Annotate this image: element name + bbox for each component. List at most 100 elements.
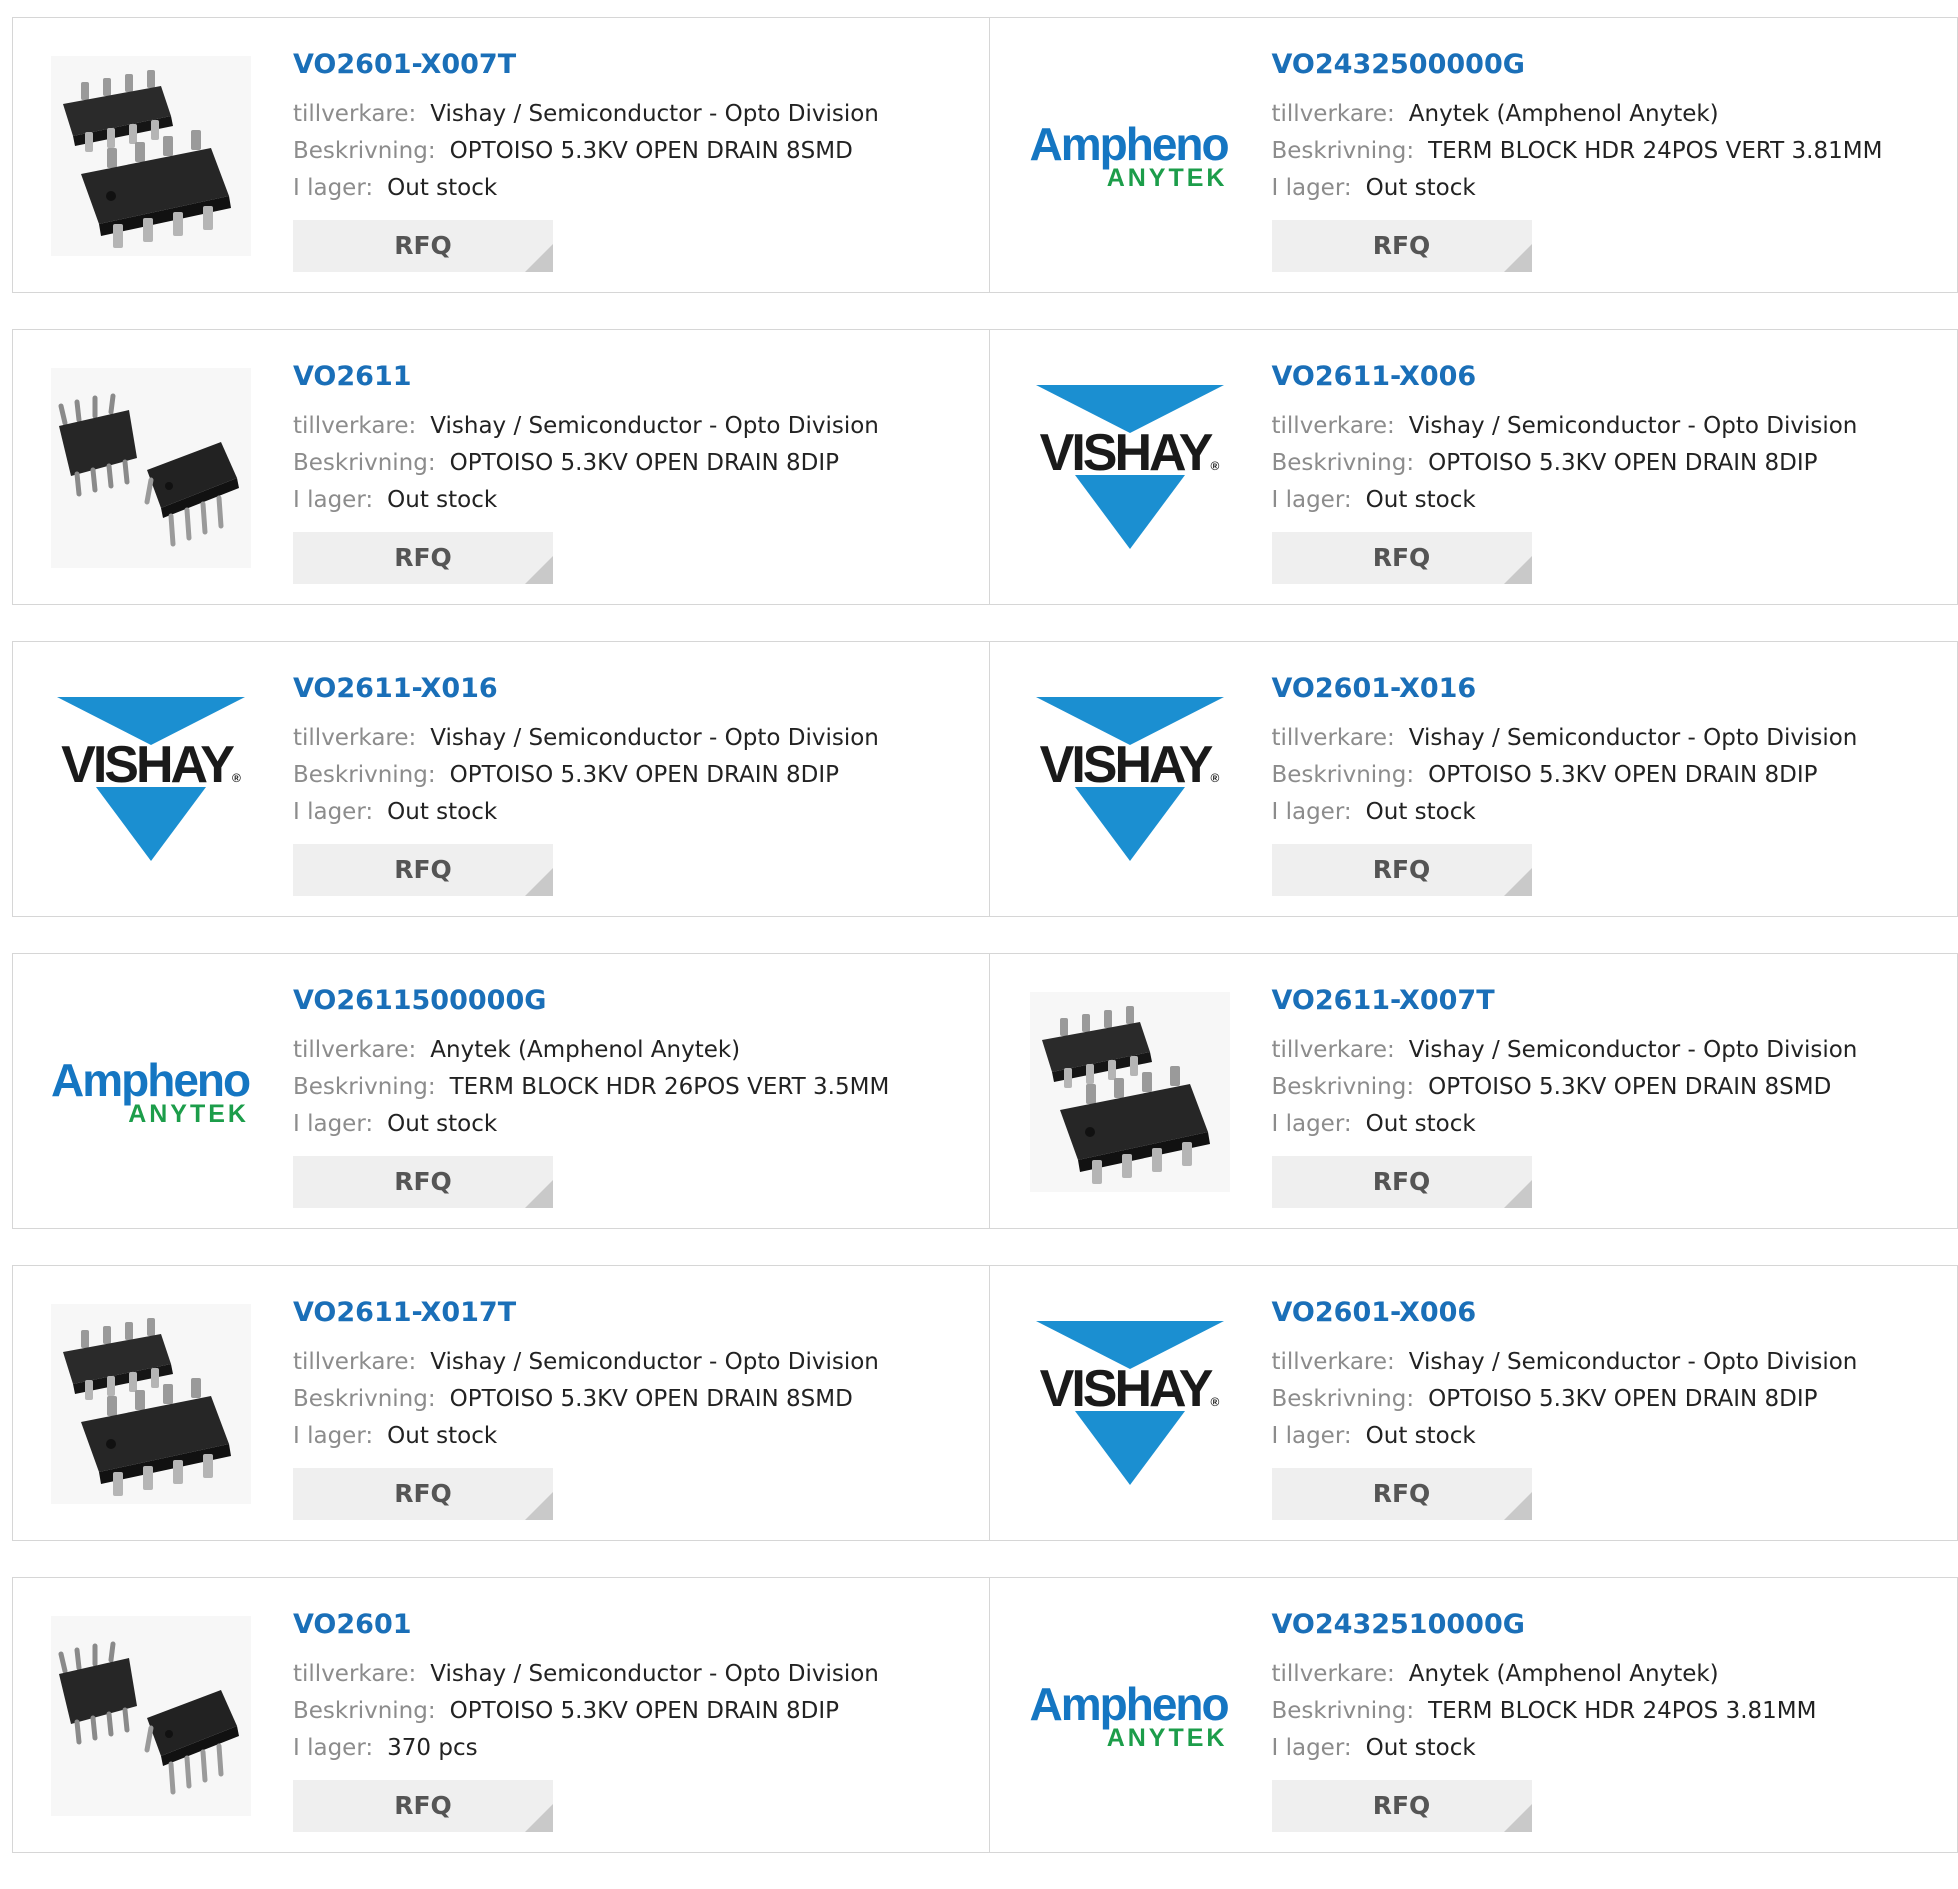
product-image[interactable] xyxy=(51,56,251,256)
manufacturer-label: tillverkare: xyxy=(293,413,416,439)
manufacturer-value: Anytek (Amphenol Anytek) xyxy=(430,1037,740,1063)
rfq-button-label: RFQ xyxy=(1373,231,1431,260)
description-line: Beskrivning:OPTOISO 5.3KV OPEN DRAIN 8SM… xyxy=(1272,1069,1858,1106)
corner-triangle-icon xyxy=(1504,1180,1532,1208)
stock-line: I lager:Out stock xyxy=(1272,1106,1858,1143)
stock-label: I lager: xyxy=(293,175,373,201)
stock-label: I lager: xyxy=(1272,1735,1352,1761)
manufacturer-value: Vishay / Semiconductor - Opto Division xyxy=(1409,1037,1858,1063)
corner-triangle-icon xyxy=(525,1180,553,1208)
description-line: Beskrivning: OPTOISO 5.3KV OPEN DRAIN 8SM… xyxy=(293,1381,879,1418)
part-number-link[interactable]: VO2601-X006 xyxy=(1272,1296,1858,1330)
description-value: TERM BLOCK HDR 26POS VERT 3.5MM xyxy=(450,1074,890,1100)
description-value: OPTOISO 5.3KV OPEN DRAIN 8DIP xyxy=(1428,450,1817,476)
part-number-link[interactable]: VO2432500000G xyxy=(1272,48,1883,82)
amphenol-logo[interactable]: Amphenol ANYTEK xyxy=(51,992,251,1192)
rfq-button[interactable]: RFQ xyxy=(293,532,553,584)
rfq-button[interactable]: RFQ xyxy=(293,220,553,272)
description-value: OPTOISO 5.3KV OPEN DRAIN 8SMD xyxy=(450,1386,853,1412)
product-image[interactable] xyxy=(51,368,251,568)
description-line: Beskrivning:OPTOISO 5.3KV OPEN DRAIN 8DI… xyxy=(293,757,879,794)
stock-label: I lager: xyxy=(1272,1423,1352,1449)
product-image[interactable] xyxy=(51,1304,251,1504)
part-number-link[interactable]: VO2601-X007T xyxy=(293,48,879,82)
product-image[interactable] xyxy=(1030,992,1230,1192)
manufacturer-value: Vishay / Semiconductor - Opto Division xyxy=(430,1661,879,1687)
manufacturer-line: tillverkare: Vishay / Semiconductor - Opt… xyxy=(1272,408,1858,445)
description-value: OPTOISO 5.3KV OPEN DRAIN 8SMD xyxy=(450,138,853,164)
amphenol-logo[interactable]: Amphenol ANYTEK xyxy=(1030,1616,1230,1816)
corner-triangle-icon xyxy=(525,244,553,272)
manufacturer-label: tillverkare: xyxy=(1272,413,1395,439)
vishay-logo[interactable]: VISHAY® xyxy=(1030,1304,1230,1504)
description-line: Beskrivning:OPTOISO 5.3KV OPEN DRAIN 8DI… xyxy=(1272,757,1858,794)
description-line: Beskrivning:OPTOISO 5.3KV OPEN DRAIN 8DI… xyxy=(293,445,879,482)
part-number-link[interactable]: VO2432510000G xyxy=(1272,1608,1817,1642)
product-image[interactable] xyxy=(51,1616,251,1816)
part-number-link[interactable]: VO2611500000G xyxy=(293,984,889,1018)
part-number-link[interactable]: VO2611-X007T xyxy=(1272,984,1858,1018)
stock-line: I lager:Out stock xyxy=(1272,1418,1858,1455)
description-value: TERM BLOCK HDR 24POS 3.81MM xyxy=(1428,1698,1816,1724)
rfq-button-label: RFQ xyxy=(394,231,452,260)
part-number-link[interactable]: VO2611-X006 xyxy=(1272,360,1858,394)
product-row: VISHAY® VO2611-X016 tillverkare:Vishay /… xyxy=(12,641,1958,917)
corner-triangle-icon xyxy=(1504,1492,1532,1520)
manufacturer-value: Vishay / Semiconductor - Opto Division xyxy=(430,101,879,127)
description-label: Beskrivning: xyxy=(1272,1698,1415,1724)
rfq-button[interactable]: RFQ xyxy=(293,1780,553,1832)
rfq-button[interactable]: RFQ xyxy=(1272,1156,1532,1208)
vishay-logo[interactable]: VISHAY® xyxy=(1030,368,1230,568)
vishay-logo-text: VISHAY xyxy=(1040,424,1211,482)
product-info: VO2611-X016 tillverkare:Vishay / Semicon… xyxy=(293,672,879,896)
rfq-button[interactable]: RFQ xyxy=(293,1468,553,1520)
manufacturer-value: Vishay / Semiconductor - Opto Division xyxy=(1409,1349,1858,1375)
rfq-button[interactable]: RFQ xyxy=(1272,1468,1532,1520)
stock-label: I lager: xyxy=(1272,799,1352,825)
manufacturer-value: Vishay / Semiconductor - Opto Division xyxy=(1409,413,1858,439)
amphenol-logo-text: Amphenol xyxy=(51,1058,251,1102)
product-row: VO2611-X017T tillverkare:Vishay / Semico… xyxy=(12,1265,1958,1541)
description-label: Beskrivning: xyxy=(1272,138,1415,164)
stock-line: I lager:Out stock xyxy=(293,794,879,831)
description-value: OPTOISO 5.3KV OPEN DRAIN 8DIP xyxy=(450,1698,839,1724)
product-info: VO2611-X006 tillverkare: Vishay / Semicon… xyxy=(1272,360,1858,584)
stock-label: I lager: xyxy=(293,487,373,513)
amphenol-logo[interactable]: Amphenol ANYTEK xyxy=(1030,56,1230,256)
rfq-button[interactable]: RFQ xyxy=(1272,844,1532,896)
rfq-button[interactable]: RFQ xyxy=(1272,1780,1532,1832)
part-number-link[interactable]: VO2601 xyxy=(293,1608,879,1642)
description-value: OPTOISO 5.3KV OPEN DRAIN 8DIP xyxy=(1428,762,1817,788)
manufacturer-label: tillverkare: xyxy=(293,1661,416,1687)
product-info: VO2601-X007T tillverkare:Vishay / Semico… xyxy=(293,48,879,272)
part-number-link[interactable]: VO2601-X016 xyxy=(1272,672,1858,706)
product-row: Amphenol ANYTEK VO2611500000G tillverkar… xyxy=(12,953,1958,1229)
stock-line: I lager:Out stock xyxy=(293,1418,879,1455)
product-info: VO2611500000G tillverkare:Anytek (Amphen… xyxy=(293,984,889,1208)
vishay-logo[interactable]: VISHAY® xyxy=(1030,680,1230,880)
product-card: VISHAY® VO2601-X006 tillverkare:Vishay /… xyxy=(990,1265,1958,1541)
corner-triangle-icon xyxy=(1504,1804,1532,1832)
product-grid: VO2601-X007T tillverkare: Vishay / Semico… xyxy=(12,17,1958,1889)
manufacturer-line: tillverkare: Vishay / Semiconductor - Opt… xyxy=(293,1656,879,1693)
description-label: Beskrivning: xyxy=(293,1386,436,1412)
stock-line: I lager:Out stock xyxy=(293,1106,889,1143)
rfq-button-label: RFQ xyxy=(394,855,452,884)
corner-triangle-icon xyxy=(1504,244,1532,272)
manufacturer-line: tillverkare:Vishay / Semiconductor - Opt… xyxy=(1272,720,1858,757)
rfq-button[interactable]: RFQ xyxy=(293,1156,553,1208)
stock-label: I lager: xyxy=(293,1111,373,1137)
rfq-button[interactable]: RFQ xyxy=(1272,532,1532,584)
rfq-button[interactable]: RFQ xyxy=(1272,220,1532,272)
rfq-button-label: RFQ xyxy=(1373,855,1431,884)
part-number-link[interactable]: VO2611-X016 xyxy=(293,672,879,706)
stock-value: Out stock xyxy=(387,799,497,825)
stock-label: I lager: xyxy=(1272,487,1352,513)
part-number-link[interactable]: VO2611-X017T xyxy=(293,1296,879,1330)
part-number-link[interactable]: VO2611 xyxy=(293,360,879,394)
vishay-logo[interactable]: VISHAY® xyxy=(51,680,251,880)
rfq-button-label: RFQ xyxy=(1373,543,1431,572)
product-row: VO2611 tillverkare: Vishay / Semiconducto… xyxy=(12,329,1958,605)
rfq-button[interactable]: RFQ xyxy=(293,844,553,896)
manufacturer-line: tillverkare:Vishay / Semiconductor - Opt… xyxy=(293,408,879,445)
